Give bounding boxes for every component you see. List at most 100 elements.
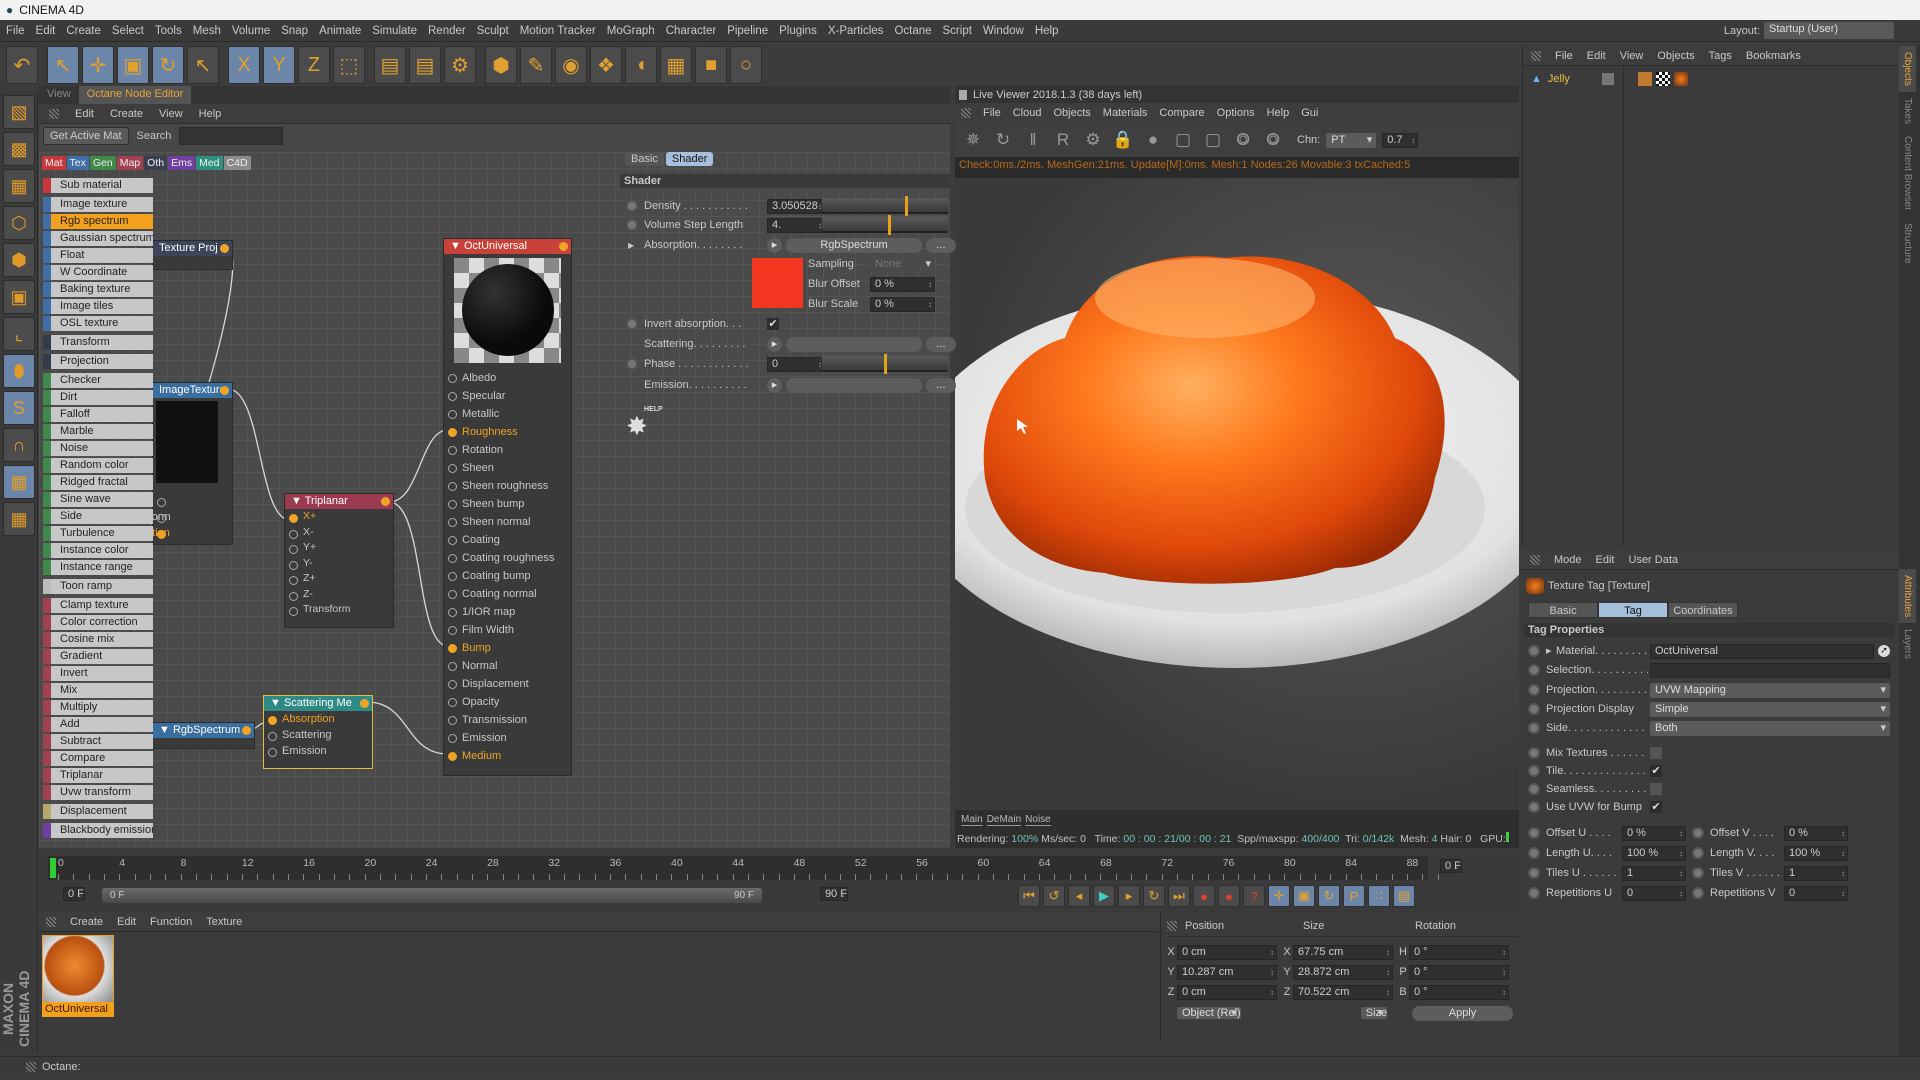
node-oct-universal[interactable]: ▼ OctUniversal Albedo Specular Metallic Rou…: [443, 238, 572, 776]
input-port-coating-normal[interactable]: Coating normal: [444, 585, 571, 603]
camera-button[interactable]: ■: [695, 46, 727, 84]
coordinate-system-button[interactable]: ⬚: [333, 46, 365, 84]
scale-button[interactable]: ▣: [117, 46, 149, 84]
menu-help[interactable]: Help: [1267, 107, 1290, 119]
undo-button[interactable]: ↶: [6, 46, 38, 84]
shader-menu-button[interactable]: ▸: [767, 377, 782, 393]
projection-dropdown[interactable]: UVW Mapping: [1650, 682, 1890, 698]
output-port[interactable]: [220, 244, 229, 253]
node-list-item[interactable]: Gradient: [43, 649, 153, 664]
input-port-displacement[interactable]: Displacement: [444, 675, 571, 693]
node-triplanar[interactable]: ▼ Triplanar X+ X- Y+ Y- Z+ Z- Transform: [284, 493, 394, 628]
menu-window[interactable]: Window: [983, 25, 1024, 37]
rotation-key-button[interactable]: ↻: [1318, 885, 1340, 907]
menu-texture[interactable]: Texture: [206, 916, 242, 928]
grip-handle[interactable]: [49, 108, 59, 119]
node-list-item[interactable]: Displacement: [43, 804, 153, 819]
material-link-field[interactable]: OctUniversal: [1650, 643, 1874, 659]
input-port-x[interactable]: X-: [285, 525, 393, 541]
grip-handle[interactable]: [46, 916, 56, 927]
pick-material-icon[interactable]: ⭗: [1261, 128, 1285, 152]
shader-menu-button[interactable]: ▸: [767, 336, 782, 352]
animate-radio[interactable]: [1528, 765, 1540, 777]
grip-handle[interactable]: [1530, 554, 1540, 565]
category-tab-med[interactable]: Med: [196, 156, 223, 170]
playhead[interactable]: [50, 858, 56, 878]
expand-arrow-icon[interactable]: ▶: [1546, 647, 1556, 655]
material-name[interactable]: OctUniversal: [43, 1002, 113, 1016]
menu-view[interactable]: View: [1620, 50, 1644, 62]
node-list-item[interactable]: Sine wave: [43, 492, 153, 507]
menu-bookmarks[interactable]: Bookmarks: [1746, 50, 1801, 62]
shader-menu-button[interactable]: ▸: [767, 237, 782, 253]
current-frame-field[interactable]: 0 F: [1440, 859, 1462, 873]
volume-step-field[interactable]: 4.: [767, 217, 825, 233]
keyframe-selection-button[interactable]: ?: [1243, 885, 1265, 907]
menu-file[interactable]: File: [6, 25, 25, 37]
node-list-item[interactable]: Random color: [43, 458, 153, 473]
blur-offset-field[interactable]: 0 %: [870, 276, 935, 292]
subdivision-button[interactable]: ◉: [555, 46, 587, 84]
material-ball-icon[interactable]: ●: [1141, 128, 1165, 152]
animate-radio[interactable]: [1528, 827, 1540, 839]
record-button[interactable]: ●: [1193, 885, 1215, 907]
menu-mograph[interactable]: MoGraph: [607, 25, 655, 37]
cube-button[interactable]: ⬢: [485, 46, 517, 84]
next-key-button[interactable]: ↻: [1143, 885, 1165, 907]
node-list-item[interactable]: Toon ramp: [43, 579, 153, 594]
node-header[interactable]: ▼ OctUniversal: [444, 239, 571, 254]
node-list-item[interactable]: Ridged fractal: [43, 475, 153, 490]
next-frame-button[interactable]: ▸: [1118, 885, 1140, 907]
menu-character[interactable]: Character: [666, 25, 717, 37]
category-tab-tex[interactable]: Tex: [66, 156, 89, 170]
menu-select[interactable]: Select: [112, 25, 144, 37]
axis-button[interactable]: ⌞: [3, 317, 35, 351]
input-port-power[interactable]: Power: [121, 493, 232, 509]
viewer-tab-noise[interactable]: Noise: [1025, 814, 1051, 826]
previous-frame-button[interactable]: ◂: [1068, 885, 1090, 907]
phase-slider[interactable]: [822, 354, 948, 374]
node-list-item[interactable]: Add: [43, 717, 153, 732]
density-slider[interactable]: [822, 196, 948, 216]
category-tab-map[interactable]: Map: [116, 156, 144, 170]
menu-help[interactable]: Help: [1035, 25, 1059, 37]
input-port-1-ior-map[interactable]: 1/IOR map: [444, 603, 571, 621]
animate-radio[interactable]: [1528, 887, 1540, 899]
menu-simulate[interactable]: Simulate: [372, 25, 417, 37]
menu-mode[interactable]: Mode: [1554, 554, 1582, 566]
light-button[interactable]: ○: [730, 46, 762, 84]
scale-key-button[interactable]: ▣: [1293, 885, 1315, 907]
animate-radio[interactable]: [1528, 722, 1540, 734]
menu-x-particles[interactable]: X-Particles: [828, 25, 884, 37]
apply-button[interactable]: Apply: [1412, 1006, 1513, 1021]
checker-tag-icon[interactable]: [1655, 72, 1670, 86]
sampling-dropdown[interactable]: None: [870, 256, 935, 272]
size-z-field[interactable]: 70.522 cm: [1293, 984, 1393, 1000]
menu-options[interactable]: Options: [1217, 107, 1255, 119]
menu-edit[interactable]: Edit: [36, 25, 56, 37]
node-list-item[interactable]: Transform: [43, 335, 153, 350]
input-port-film-width[interactable]: Film Width: [444, 621, 571, 639]
scattering-shader-button[interactable]: [786, 336, 922, 352]
animate-radio[interactable]: [1528, 703, 1540, 715]
input-port-specular[interactable]: Specular: [444, 387, 571, 405]
render-view-button[interactable]: ▤: [374, 46, 406, 84]
input-port-transform[interactable]: Transform: [121, 509, 232, 525]
node-list-item[interactable]: Mix: [43, 683, 153, 698]
right-tab-content-browser[interactable]: Content Browser: [1899, 130, 1916, 216]
seamless-checkbox[interactable]: [1650, 783, 1662, 795]
render-settings-button[interactable]: ⚙: [444, 46, 476, 84]
animate-radio[interactable]: [1692, 827, 1704, 839]
rotation-z-field[interactable]: 0 °: [1409, 984, 1509, 1000]
coordinate-mode-dropdown[interactable]: Object (Rel): [1177, 1007, 1241, 1019]
density-field[interactable]: 3.050528: [767, 198, 825, 214]
menu-help[interactable]: Help: [199, 108, 222, 120]
size-mode-dropdown[interactable]: Size: [1360, 1007, 1388, 1019]
menu-file[interactable]: File: [1555, 50, 1573, 62]
node-list-item[interactable]: Noise: [43, 441, 153, 456]
viewer-tab-main[interactable]: Main: [961, 814, 983, 826]
tweak-button[interactable]: ⬮: [3, 354, 35, 388]
repetitions-v-field[interactable]: 0: [1784, 885, 1848, 901]
menu-script[interactable]: Script: [943, 25, 972, 37]
node-list-item[interactable]: Image texture: [43, 197, 153, 212]
